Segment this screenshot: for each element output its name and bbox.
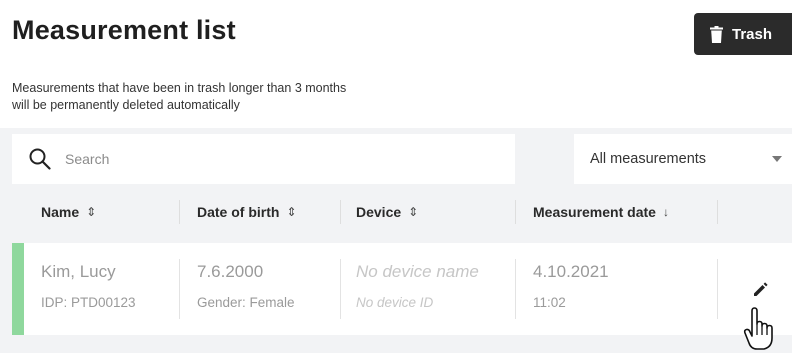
sort-desc-icon: ↓	[662, 205, 669, 219]
device-id: No device ID	[356, 295, 434, 310]
column-label: Measurement date	[533, 204, 656, 220]
pencil-icon	[754, 282, 768, 296]
column-label: Date of birth	[197, 204, 280, 220]
trash-button[interactable]: Trash	[694, 13, 792, 55]
column-label: Name	[41, 204, 80, 220]
column-divider	[515, 200, 516, 224]
cell-divider	[179, 259, 180, 319]
sort-icon: ⇕	[286, 205, 297, 219]
filter-selected-value: All measurements	[590, 151, 707, 167]
measurement-time: 11:02	[533, 295, 566, 310]
notice-line-1: Measurements that have been in trash lon…	[12, 81, 347, 95]
search-icon	[29, 148, 51, 170]
edit-measurement-button[interactable]	[745, 273, 777, 305]
measurement-filter-select[interactable]: All measurements	[574, 134, 792, 184]
date-of-birth: 7.6.2000	[197, 262, 264, 281]
sort-icon: ⇕	[86, 205, 97, 219]
row-status-indicator	[12, 243, 24, 335]
cell-divider	[515, 259, 516, 319]
trash-retention-notice: Measurements that have been in trash lon…	[12, 80, 532, 114]
column-divider	[340, 200, 341, 224]
patient-idp: IDP: PTD00123	[41, 295, 136, 310]
column-label: Device	[356, 204, 402, 220]
search-box[interactable]	[12, 134, 515, 184]
notice-line-2: will be permanently deleted automaticall…	[12, 98, 240, 112]
table-row[interactable]: Kim, Lucy IDP: PTD00123 7.6.2000 Gender:…	[12, 243, 792, 335]
column-divider	[179, 200, 180, 224]
trash-button-label: Trash	[732, 25, 773, 43]
sort-icon: ⇕	[408, 205, 419, 219]
table-header: Name ⇕ Date of birth ⇕ Device ⇕ Measurem…	[12, 195, 792, 229]
caret-down-icon	[772, 156, 782, 162]
patient-gender: Gender: Female	[197, 295, 295, 310]
search-input[interactable]	[63, 150, 467, 168]
page-title: Measurement list	[12, 15, 236, 45]
column-header-name[interactable]: Name ⇕	[41, 195, 96, 229]
cell-divider	[717, 259, 718, 319]
measurement-date: 4.10.2021	[533, 262, 609, 281]
patient-name: Kim, Lucy	[41, 262, 116, 281]
cell-divider	[340, 259, 341, 319]
column-header-device[interactable]: Device ⇕	[356, 195, 418, 229]
trash-icon	[710, 25, 723, 43]
device-name: No device name	[356, 262, 479, 281]
column-divider	[717, 200, 718, 224]
hand-cursor-icon	[743, 307, 773, 350]
column-header-date-of-birth[interactable]: Date of birth ⇕	[197, 195, 297, 229]
column-header-measurement-date[interactable]: Measurement date ↓	[533, 195, 669, 229]
